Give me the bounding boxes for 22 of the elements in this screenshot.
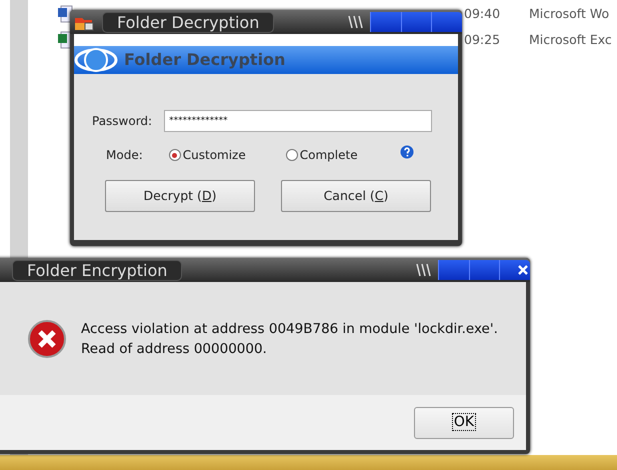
document-icon xyxy=(57,5,73,23)
window-buttons[interactable] xyxy=(438,260,530,280)
dialog-button[interactable]: Decrypt (D) xyxy=(105,180,255,212)
error-icon xyxy=(27,318,67,358)
close-icon[interactable] xyxy=(516,263,530,277)
radio-option[interactable]: Complete xyxy=(286,146,358,164)
file-time: 09:25 xyxy=(464,30,500,49)
ok-button[interactable]: OK xyxy=(414,406,514,438)
help-icon[interactable] xyxy=(400,145,414,159)
file-type: Microsoft Wo xyxy=(529,4,610,23)
dialog-button[interactable]: Cancel (C) xyxy=(281,180,431,212)
file-type: Microsoft Exc xyxy=(529,30,612,49)
banner-title: Folder Decryption xyxy=(124,49,286,71)
radio-option[interactable]: Customize xyxy=(168,146,246,164)
file-time: 09:40 xyxy=(464,4,500,23)
mode-label: Mode: xyxy=(106,147,143,164)
password-field[interactable]: ************* xyxy=(164,110,432,132)
window-title: Folder Encryption xyxy=(12,260,182,280)
password-label: Password: xyxy=(92,113,152,130)
error-message: Read of address 00000000. xyxy=(81,340,268,358)
error-message: Access violation at address 0049B786 in module 'lockdir.exe'. xyxy=(81,320,498,338)
window-title: Folder Decryption xyxy=(102,12,274,32)
